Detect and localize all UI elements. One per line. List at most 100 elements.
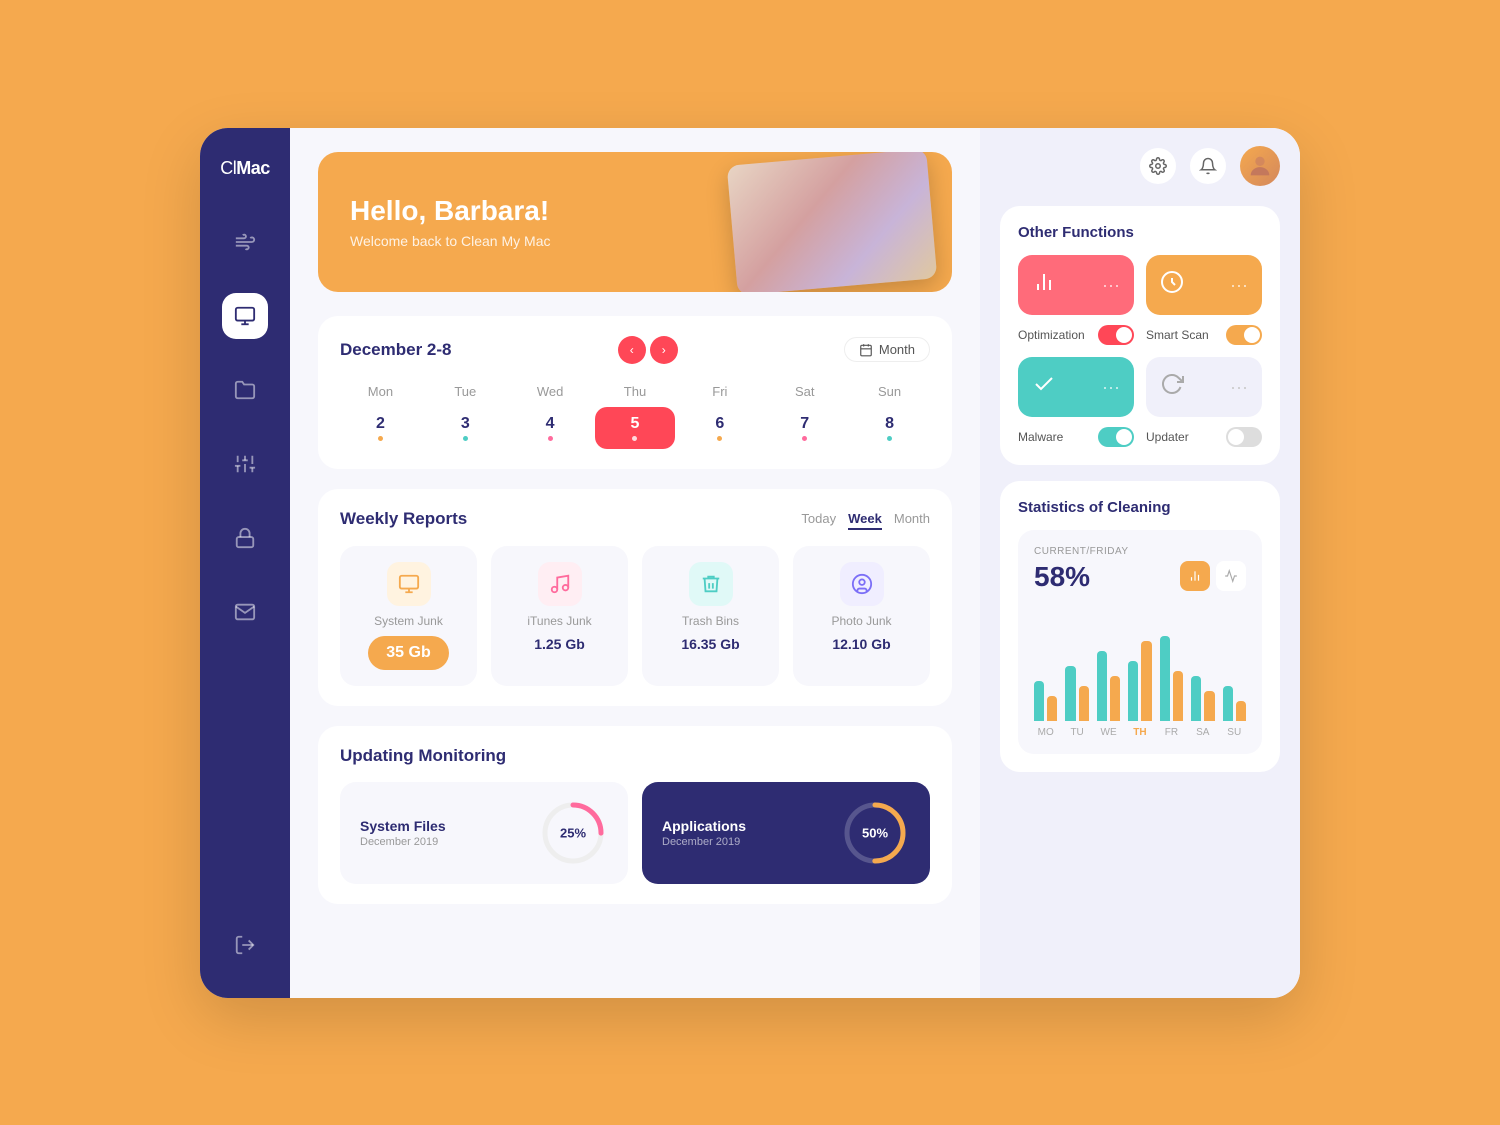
optimization-icon (1032, 270, 1056, 300)
photo-junk-value: 12.10 Gb (832, 636, 890, 652)
cal-day-4[interactable]: 4 (510, 407, 591, 449)
system-progress-text: 25% (560, 825, 586, 840)
bar-fr-orange (1173, 671, 1183, 721)
updater-toggle[interactable] (1226, 427, 1262, 447)
smart-scan-toggle[interactable] (1226, 325, 1262, 345)
monitoring-header: Updating Monitoring (340, 746, 930, 766)
statistics-title: Statistics of Cleaning (1018, 499, 1262, 516)
system-junk-icon (387, 562, 431, 606)
settings-icon[interactable] (1140, 148, 1176, 184)
calendar-header: December 2-8 ‹ › Month (340, 336, 930, 364)
smart-scan-label-row: Smart Scan (1146, 325, 1262, 345)
cal-dot (632, 436, 637, 441)
right-panel: Other Functions ··· Optimization (980, 128, 1300, 998)
monitor-system-name: System Files (360, 818, 446, 834)
bar-tu-orange (1079, 686, 1089, 721)
sidebar-bottom (222, 922, 268, 968)
bar-group-sa (1191, 676, 1214, 721)
period-week[interactable]: Week (848, 509, 882, 530)
user-avatar[interactable] (1240, 146, 1280, 186)
stats-line-view-button[interactable] (1216, 561, 1246, 591)
monitor-cards: System Files December 2019 25% (340, 782, 930, 884)
weekly-reports-section: Weekly Reports Today Week Month Syst (318, 489, 952, 706)
statistics-section: Statistics of Cleaning CURRENT/FRIDAY 58… (1000, 481, 1280, 772)
cal-header-mon: Mon (340, 380, 421, 403)
bar-sa-teal (1191, 676, 1201, 721)
calendar-nav: ‹ › (618, 336, 678, 364)
weekly-reports-header: Weekly Reports Today Week Month (340, 509, 930, 530)
period-month[interactable]: Month (894, 509, 930, 530)
smart-scan-dots: ··· (1230, 276, 1248, 294)
report-itunes-junk: iTunes Junk 1.25 Gb (491, 546, 628, 686)
period-today[interactable]: Today (801, 509, 836, 530)
cal-day-7[interactable]: 7 (764, 407, 845, 449)
report-trash-bins: Trash Bins 16.35 Gb (642, 546, 779, 686)
function-updater: ··· Updater (1146, 357, 1262, 447)
sidebar-item-folder[interactable] (222, 367, 268, 413)
bar-label-su: SU (1223, 727, 1246, 738)
monitor-system-files: System Files December 2019 25% (340, 782, 628, 884)
cal-header-fri: Fri (679, 380, 760, 403)
sidebar: ClMac (200, 128, 290, 998)
optimization-label-row: Optimization (1018, 325, 1134, 345)
stats-label: CURRENT/FRIDAY (1034, 546, 1246, 557)
sidebar-item-monitor[interactable] (222, 293, 268, 339)
malware-toggle[interactable] (1098, 427, 1134, 447)
notification-icon[interactable] (1190, 148, 1226, 184)
malware-card[interactable]: ··· (1018, 357, 1134, 417)
bar-fr-teal (1160, 636, 1170, 721)
report-system-junk: System Junk 35 Gb (340, 546, 477, 686)
photo-junk-label: Photo Junk (831, 614, 891, 628)
cal-day-5-active[interactable]: 5 (595, 407, 676, 449)
bar-label-fr: FR (1160, 727, 1183, 738)
cal-day-8[interactable]: 8 (849, 407, 930, 449)
bar-th-orange (1141, 641, 1151, 721)
function-malware: ··· Malware (1018, 357, 1134, 447)
smart-scan-card[interactable]: ··· (1146, 255, 1262, 315)
cal-day-6[interactable]: 6 (679, 407, 760, 449)
month-view-button[interactable]: Month (844, 337, 930, 362)
prev-month-button[interactable]: ‹ (618, 336, 646, 364)
bar-group-tu (1065, 666, 1088, 721)
laptop-illustration (727, 152, 938, 292)
cal-header-sun: Sun (849, 380, 930, 403)
monitoring-title: Updating Monitoring (340, 746, 506, 766)
cal-day-3[interactable]: 3 (425, 407, 506, 449)
period-tabs: Today Week Month (801, 509, 930, 530)
updating-monitoring-section: Updating Monitoring System Files Decembe… (318, 726, 952, 904)
app-container: ClMac (200, 128, 1300, 998)
system-junk-value: 35 Gb (368, 636, 448, 670)
cal-day-2[interactable]: 2 (340, 407, 421, 449)
apps-progress-text: 50% (862, 825, 888, 840)
monitor-applications: Applications December 2019 50% (642, 782, 930, 884)
updater-label-row: Updater (1146, 427, 1262, 447)
sidebar-item-wind[interactable] (222, 219, 268, 265)
calendar-date-range: December 2-8 (340, 340, 452, 360)
left-panel: Hello, Barbara! Welcome back to Clean My… (290, 128, 980, 998)
optimization-dots: ··· (1102, 276, 1120, 294)
cal-header-thu: Thu (595, 380, 676, 403)
function-grid: ··· Optimization (1018, 255, 1262, 447)
sidebar-item-lock[interactable] (222, 515, 268, 561)
optimization-toggle[interactable] (1098, 325, 1134, 345)
stats-bar-view-button[interactable] (1180, 561, 1210, 591)
optimization-card[interactable]: ··· (1018, 255, 1134, 315)
malware-label-row: Malware (1018, 427, 1134, 447)
app-logo: ClMac (220, 158, 270, 179)
logout-button[interactable] (222, 922, 268, 968)
sidebar-item-mail[interactable] (222, 589, 268, 635)
weekly-reports-title: Weekly Reports (340, 509, 467, 529)
smart-scan-label: Smart Scan (1146, 328, 1209, 342)
bar-tu-teal (1065, 666, 1075, 721)
itunes-junk-label: iTunes Junk (527, 614, 591, 628)
function-optimization: ··· Optimization (1018, 255, 1134, 345)
updater-card[interactable]: ··· (1146, 357, 1262, 417)
bar-label-th: TH (1128, 727, 1151, 738)
right-header (1000, 146, 1280, 186)
logo-bold: Mac (236, 158, 270, 178)
bar-group-su (1223, 686, 1246, 721)
next-month-button[interactable]: › (650, 336, 678, 364)
sidebar-item-sliders[interactable] (222, 441, 268, 487)
content-area: Hello, Barbara! Welcome back to Clean My… (290, 128, 1300, 998)
bar-group-mo (1034, 681, 1057, 721)
